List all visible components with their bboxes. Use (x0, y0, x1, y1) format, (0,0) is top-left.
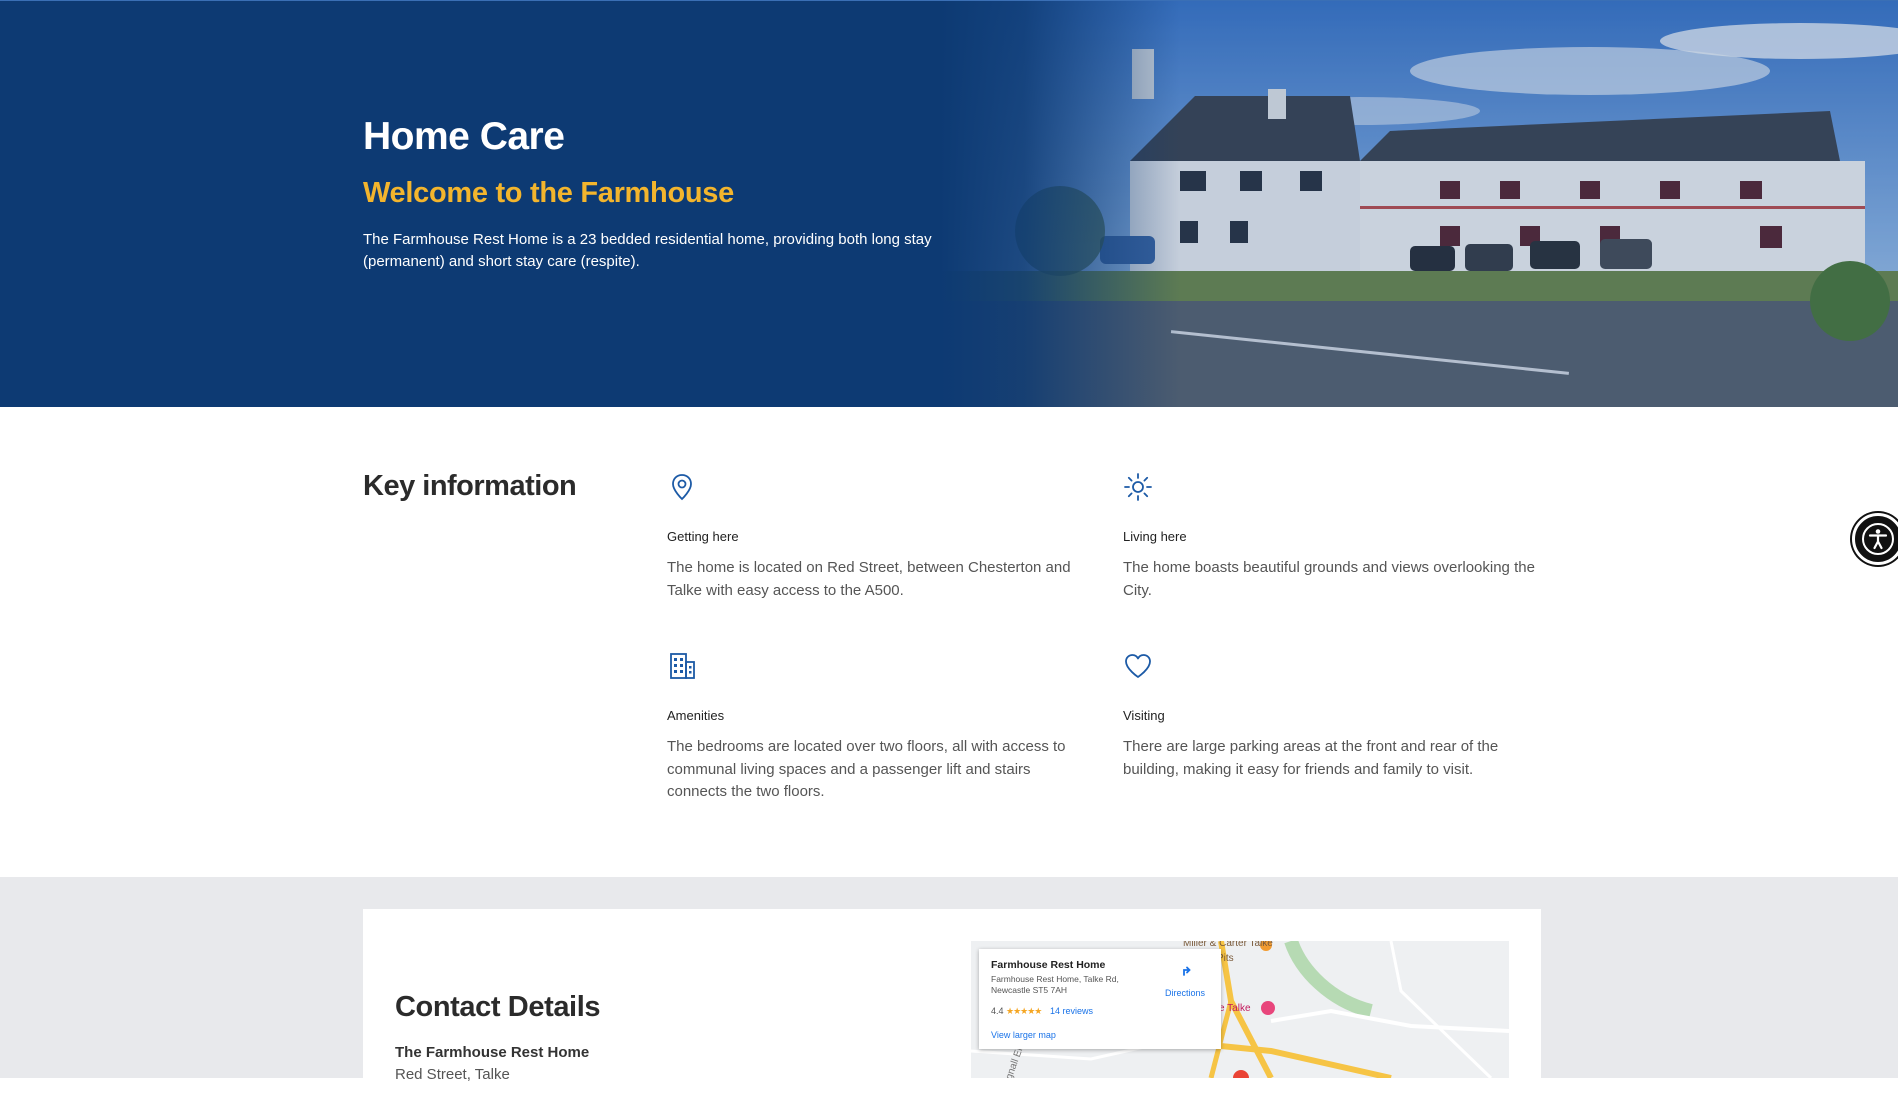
hero-banner: Home Care Welcome to the Farmhouse The F… (0, 0, 1898, 407)
map-rating: 4.4 ★★★★★ (991, 1006, 1042, 1017)
map-place-address: Farmhouse Rest Home, Talke Rd, Newcastle… (991, 974, 1119, 995)
sun-icon (1124, 473, 1152, 501)
key-info-visiting: Visiting There are large parking areas a… (1123, 651, 1543, 781)
key-info-heading: Living here (1123, 529, 1187, 544)
accessibility-icon (1862, 523, 1894, 555)
page-title: Home Care (363, 115, 565, 158)
page-subtitle: Welcome to the Farmhouse (363, 177, 734, 209)
embedded-map[interactable]: Miller & Carter Talke Pits e Talke Bigna… (971, 941, 1509, 1078)
key-info-living-here: Living here The home boasts beautiful gr… (1123, 472, 1543, 602)
contact-heading: Contact Details (395, 991, 601, 1023)
hero-description: The Farmhouse Rest Home is a 23 bedded r… (363, 231, 932, 270)
map-reviews-link[interactable]: 14 reviews (1050, 1006, 1093, 1016)
key-information-heading: Key information (363, 470, 577, 502)
contact-address: Red Street, Talke (395, 1066, 510, 1083)
photo-fade (940, 1, 1180, 407)
key-info-body: The bedrooms are located over two floors… (667, 738, 1066, 800)
heart-icon (1125, 654, 1151, 678)
key-info-getting-here: Getting here The home is located on Red … (667, 472, 1087, 602)
directions-icon[interactable] (1179, 963, 1195, 979)
key-info-heading: Amenities (667, 708, 725, 723)
map-place-title: Farmhouse Rest Home (991, 959, 1106, 971)
key-info-heading: Getting here (667, 529, 739, 544)
key-info-heading: Visiting (1123, 708, 1165, 723)
view-larger-map-link[interactable]: View larger map (991, 1030, 1056, 1040)
key-info-body: There are large parking areas at the fro… (1123, 738, 1499, 778)
map-place-card: Farmhouse Rest Home Farmhouse Rest Home,… (979, 949, 1221, 1049)
contact-name: The Farmhouse Rest Home (395, 1044, 590, 1061)
location-pin-icon (672, 474, 692, 501)
key-info-body: The home boasts beautiful grounds and vi… (1123, 559, 1535, 599)
key-info-amenities: Amenities The bedrooms are located over … (667, 651, 1087, 804)
map-rating-value: 4.4 (991, 1006, 1004, 1016)
star-rating-icon: ★★★★★ (1006, 1006, 1042, 1016)
building-icon (670, 653, 695, 679)
accessibility-button[interactable] (1852, 513, 1898, 565)
map-label-talke: e Talke (1219, 1003, 1251, 1014)
directions-link[interactable]: Directions (1165, 988, 1205, 998)
map-label-miller: Miller & Carter Talke (1183, 941, 1273, 949)
key-info-body: The home is located on Red Street, betwe… (667, 559, 1071, 599)
